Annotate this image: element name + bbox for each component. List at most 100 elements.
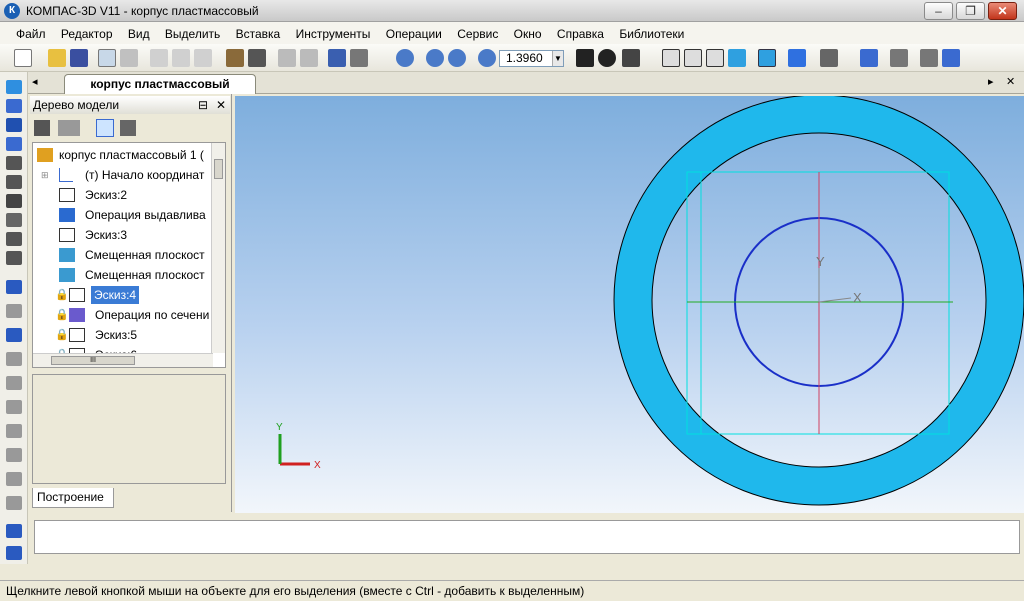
menu-service[interactable]: Сервис	[451, 24, 504, 44]
zoom-window-icon[interactable]	[396, 49, 414, 67]
tree-toolbar	[30, 116, 230, 140]
zoom-out-icon[interactable]	[448, 49, 466, 67]
tab-nav-left-icon[interactable]: ◂	[32, 75, 38, 88]
rotate-icon[interactable]	[598, 49, 616, 67]
menu-view[interactable]: Вид	[122, 24, 156, 44]
library-manager-icon[interactable]	[920, 49, 938, 67]
new-file-icon[interactable]	[14, 49, 32, 67]
menu-help[interactable]: Справка	[551, 24, 610, 44]
cut-icon[interactable]	[150, 49, 168, 67]
tab-close-icon[interactable]: ✕	[1006, 75, 1015, 88]
print-preview-icon[interactable]	[98, 49, 116, 67]
extrude-op-icon[interactable]	[6, 280, 22, 294]
tree-item-label: Смещенная плоскост	[85, 268, 205, 282]
hole-icon[interactable]	[6, 524, 22, 538]
chamfer-icon[interactable]	[6, 448, 22, 462]
scroll-thumb[interactable]	[214, 159, 223, 179]
redo-icon[interactable]	[300, 49, 318, 67]
menu-insert[interactable]: Вставка	[230, 24, 287, 44]
print-icon[interactable]	[120, 49, 138, 67]
pin-icon[interactable]: ⊟	[198, 96, 208, 114]
cut-extrude-icon[interactable]	[6, 376, 22, 390]
title-bar: К КОМПАС-3D V11 - корпус пластмассовый –…	[0, 0, 1024, 22]
save-icon[interactable]	[70, 49, 88, 67]
undo-icon[interactable]	[278, 49, 296, 67]
surfaces-icon[interactable]	[6, 118, 22, 132]
menu-operations[interactable]: Операции	[380, 24, 448, 44]
tree-properties-icon[interactable]	[120, 120, 136, 136]
shell-icon[interactable]	[6, 472, 22, 486]
property-field[interactable]	[34, 520, 1020, 554]
menu-tools[interactable]: Инструменты	[290, 24, 377, 44]
fillet-icon[interactable]	[6, 424, 22, 438]
tab-nav-right-icon[interactable]: ▸	[988, 75, 994, 88]
sheet-metal-icon[interactable]	[6, 213, 22, 227]
tree-view-icon[interactable]	[96, 119, 114, 137]
tab-document[interactable]: корпус пластмассовый	[64, 74, 256, 94]
zoom-in-icon[interactable]	[426, 49, 444, 67]
sketch-frame	[686, 171, 950, 435]
mirror-icon[interactable]	[6, 546, 22, 560]
filter-icon[interactable]	[820, 49, 838, 67]
expand-icon[interactable]: ⊞	[41, 165, 49, 185]
menu-bar: Файл Редактор Вид Выделить Вставка Инстр…	[0, 22, 1024, 44]
menu-libraries[interactable]: Библиотеки	[613, 24, 690, 44]
sketch-icon	[69, 328, 85, 342]
close-button[interactable]: ✕	[988, 2, 1017, 20]
measure-icon[interactable]	[890, 49, 908, 67]
tree-vertical-scrollbar[interactable]	[211, 143, 225, 353]
sketch-icon	[69, 288, 85, 302]
panel-title: Дерево модели	[33, 98, 120, 112]
sketch-icon	[59, 188, 75, 202]
x-axis-label: X	[853, 290, 862, 305]
format-brush-icon[interactable]	[226, 49, 244, 67]
loft-op-icon[interactable]	[6, 352, 22, 366]
panel-close-icon[interactable]: ✕	[216, 96, 226, 114]
tree-item-label: Эскиз:4	[91, 286, 140, 304]
manager-icon[interactable]	[328, 49, 346, 67]
perspective-icon[interactable]	[788, 49, 806, 67]
rebuild-icon[interactable]	[942, 49, 960, 67]
diagnostics-icon[interactable]	[6, 175, 22, 189]
lock-icon: 🔒	[55, 289, 69, 301]
spatial-curves-icon[interactable]	[6, 99, 22, 113]
tree-item-label: Операция выдавлива	[85, 208, 206, 222]
shaded-edges-icon[interactable]	[758, 49, 776, 67]
menu-file[interactable]: Файл	[10, 24, 52, 44]
tab-construction[interactable]: Построение	[32, 488, 114, 508]
properties-icon[interactable]	[248, 49, 266, 67]
tree-horizontal-scrollbar[interactable]: III	[33, 353, 213, 367]
menu-editor[interactable]: Редактор	[55, 24, 119, 44]
open-folder-icon[interactable]	[48, 49, 66, 67]
symbols-icon[interactable]	[6, 251, 22, 265]
model-tree-icon[interactable]	[860, 49, 878, 67]
hidden-lines-icon[interactable]	[684, 49, 702, 67]
shaded-icon[interactable]	[728, 49, 746, 67]
tree-filter-icon[interactable]	[58, 120, 80, 136]
auxiliary-geometry-icon[interactable]	[6, 156, 22, 170]
menu-select[interactable]: Выделить	[159, 24, 226, 44]
arrays-icon[interactable]	[6, 137, 22, 151]
restore-button[interactable]: ❐	[956, 2, 985, 20]
zoom-scale-icon[interactable]	[478, 49, 496, 67]
edit-part-icon[interactable]	[6, 80, 22, 94]
paste-icon[interactable]	[194, 49, 212, 67]
thin-lines-icon[interactable]	[706, 49, 724, 67]
orientation-icon[interactable]	[622, 49, 640, 67]
cut-rotate-icon[interactable]	[6, 400, 22, 414]
minimize-button[interactable]: –	[924, 2, 953, 20]
copy-icon[interactable]	[172, 49, 190, 67]
zoom-dropdown-button[interactable]: ▼	[552, 51, 563, 66]
dimensions-icon[interactable]	[6, 194, 22, 208]
measure-tools-icon[interactable]	[6, 232, 22, 246]
wireframe-icon[interactable]	[662, 49, 680, 67]
rotate-op-icon[interactable]	[6, 304, 22, 318]
pan-icon[interactable]	[576, 49, 594, 67]
rib-icon[interactable]	[6, 496, 22, 510]
hscroll-thumb[interactable]: III	[51, 356, 135, 365]
variables-icon[interactable]	[350, 49, 368, 67]
menu-window[interactable]: Окно	[508, 24, 548, 44]
tree-structure-icon[interactable]	[34, 120, 50, 136]
model-viewport[interactable]: X Y X Y	[235, 94, 1024, 513]
kinematic-op-icon[interactable]	[6, 328, 22, 342]
